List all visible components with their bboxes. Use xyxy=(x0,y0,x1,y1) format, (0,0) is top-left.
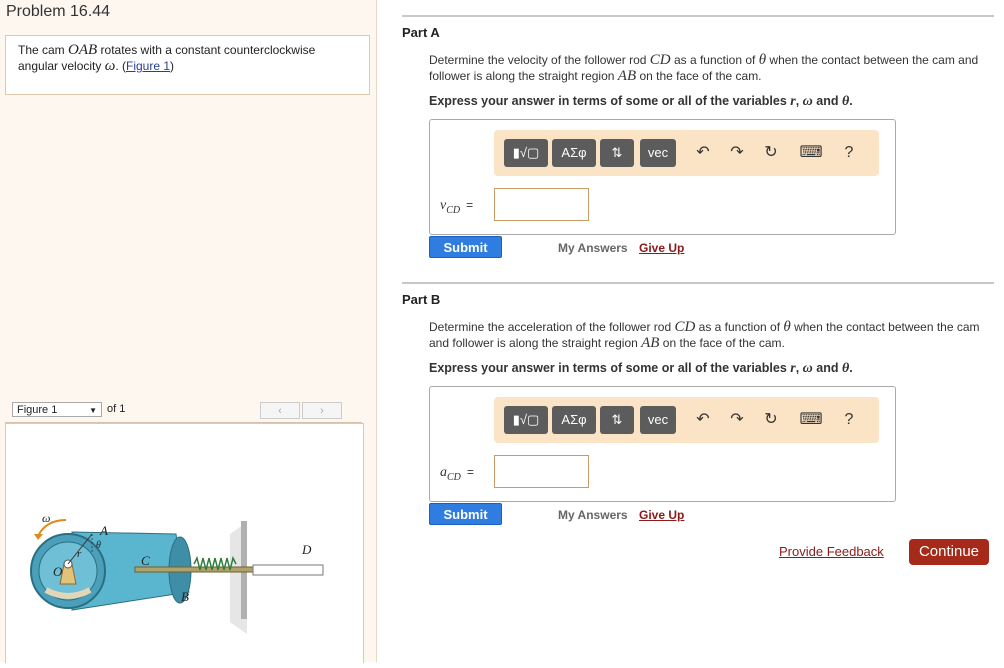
reset-icon[interactable]: ↻ xyxy=(758,139,784,167)
question-text: Determine the velocity of the follower r… xyxy=(429,53,650,67)
separator: , xyxy=(795,94,803,108)
label-c: C xyxy=(141,553,150,568)
answer-var: a xyxy=(440,465,447,480)
equals-sign: = xyxy=(466,198,474,212)
left-panel: Problem 16.44 The cam OAB rotates with a… xyxy=(0,0,377,663)
answer-var-subscript: CD xyxy=(447,471,461,483)
redo-icon[interactable]: ↷ xyxy=(724,139,750,167)
instruction-text: Express your answer in terms of some or … xyxy=(429,361,791,375)
instruction-text: Express your answer in terms of some or … xyxy=(429,94,791,108)
figure-count: of 1 xyxy=(107,403,126,415)
prev-figure-button[interactable]: ‹ xyxy=(260,402,300,419)
label-o: O xyxy=(53,564,63,579)
label-b: B xyxy=(181,589,189,604)
math-ab: AB xyxy=(641,335,660,351)
math-cd: CD xyxy=(649,52,671,68)
my-answers-label: My Answers xyxy=(558,508,628,522)
provide-feedback-link[interactable]: Provide Feedback xyxy=(779,544,884,559)
var-omega: ω xyxy=(802,94,813,109)
answer-label: aCD = xyxy=(440,465,474,483)
templates-button[interactable]: ▮√▢ xyxy=(504,139,548,167)
separator: and xyxy=(812,94,842,108)
figure-select[interactable]: Figure 1 ▼ xyxy=(12,402,102,417)
question-text: on the face of the cam. xyxy=(636,69,762,83)
part-a-divider xyxy=(402,15,994,17)
arrows-button[interactable]: ⇅ xyxy=(600,406,634,434)
statement-text: . ( xyxy=(115,59,126,73)
figure-panel: ω A C D B O r θ xyxy=(5,423,364,663)
math-theta: θ xyxy=(783,319,791,335)
arrows-button[interactable]: ⇅ xyxy=(600,139,634,167)
next-figure-button[interactable]: › xyxy=(302,402,342,419)
math-toolbar: ▮√▢ ΑΣφ ⇅ vec ↶ ↷ ↻ ⌨ ? xyxy=(494,130,879,176)
part-a-question: Determine the velocity of the follower r… xyxy=(429,52,989,84)
equals-sign: = xyxy=(466,465,474,479)
undo-icon[interactable]: ↶ xyxy=(690,406,716,434)
answer-var-subscript: CD xyxy=(446,204,461,216)
greek-button[interactable]: ΑΣφ xyxy=(552,139,596,167)
statement-math-oab: OAB xyxy=(68,42,98,58)
undo-icon[interactable]: ↶ xyxy=(690,139,716,167)
separator: and xyxy=(812,361,842,375)
part-a-instructions: Express your answer in terms of some or … xyxy=(429,94,853,110)
my-answers-label: My Answers xyxy=(558,241,628,255)
problem-statement: The cam OAB rotates with a constant coun… xyxy=(5,35,370,95)
label-omega: ω xyxy=(42,511,50,525)
statement-text: The cam xyxy=(18,43,69,57)
question-text: as a function of xyxy=(695,320,784,334)
answer-input[interactable] xyxy=(494,188,589,221)
answer-label: vCD = xyxy=(440,198,473,216)
part-b-divider xyxy=(402,282,994,284)
give-up-link[interactable]: Give Up xyxy=(639,241,684,255)
statement-text: ) xyxy=(170,59,175,73)
label-theta: θ xyxy=(96,540,101,551)
part-a-answer-box: ▮√▢ ΑΣφ ⇅ vec ↶ ↷ ↻ ⌨ ? vCD = xyxy=(429,119,896,235)
rod-end xyxy=(252,564,324,576)
label-d: D xyxy=(301,542,312,557)
label-r: r xyxy=(77,548,82,560)
part-b-title: Part B xyxy=(402,292,441,307)
templates-button[interactable]: ▮√▢ xyxy=(504,406,548,434)
dropdown-arrow-icon: ▼ xyxy=(89,406,97,415)
math-toolbar: ▮√▢ ΑΣφ ⇅ vec ↶ ↷ ↻ ⌨ ? xyxy=(494,397,879,443)
vec-button[interactable]: vec xyxy=(640,406,676,434)
problem-title: Problem 16.44 xyxy=(6,3,111,20)
question-text: Determine the acceleration of the follow… xyxy=(429,320,675,334)
question-text: as a function of xyxy=(670,53,759,67)
question-text: on the face of the cam. xyxy=(659,336,785,350)
submit-button[interactable]: Submit xyxy=(429,503,502,525)
omega-arrowhead-icon xyxy=(34,534,43,540)
part-b-answer-box: ▮√▢ ΑΣφ ⇅ vec ↶ ↷ ↻ ⌨ ? aCD = xyxy=(429,386,896,502)
separator: . xyxy=(849,361,853,375)
help-icon[interactable]: ? xyxy=(836,406,862,434)
redo-icon[interactable]: ↷ xyxy=(724,406,750,434)
math-theta: θ xyxy=(758,52,767,68)
greek-button[interactable]: ΑΣφ xyxy=(552,406,596,434)
figure-navigation: Figure 1 ▼ of 1 ‹ › xyxy=(5,400,362,423)
part-b-question: Determine the acceleration of the follow… xyxy=(429,319,989,351)
follower-rod xyxy=(134,566,254,573)
math-cd: CD xyxy=(674,319,696,335)
keyboard-icon[interactable]: ⌨ xyxy=(798,139,824,167)
reset-icon[interactable]: ↻ xyxy=(758,406,784,434)
statement-math-omega: ω xyxy=(104,58,116,74)
right-panel: Part A Determine the velocity of the fol… xyxy=(376,0,1004,662)
math-ab: AB xyxy=(617,68,637,84)
help-icon[interactable]: ? xyxy=(836,139,862,167)
submit-button[interactable]: Submit xyxy=(429,236,502,258)
figure-select-value: Figure 1 xyxy=(17,404,58,416)
label-a: A xyxy=(99,523,108,538)
separator: , xyxy=(795,361,803,375)
keyboard-icon[interactable]: ⌨ xyxy=(798,406,824,434)
answer-input[interactable] xyxy=(494,455,589,488)
cam-follower-figure: ω A C D B O r θ xyxy=(30,511,324,634)
figure-link[interactable]: Figure 1 xyxy=(126,59,170,73)
separator: . xyxy=(849,94,853,108)
part-b-instructions: Express your answer in terms of some or … xyxy=(429,361,853,377)
var-omega: ω xyxy=(802,361,813,376)
continue-button[interactable]: Continue xyxy=(909,539,989,565)
vec-button[interactable]: vec xyxy=(640,139,676,167)
give-up-link[interactable]: Give Up xyxy=(639,508,684,522)
part-a-title: Part A xyxy=(402,25,440,40)
